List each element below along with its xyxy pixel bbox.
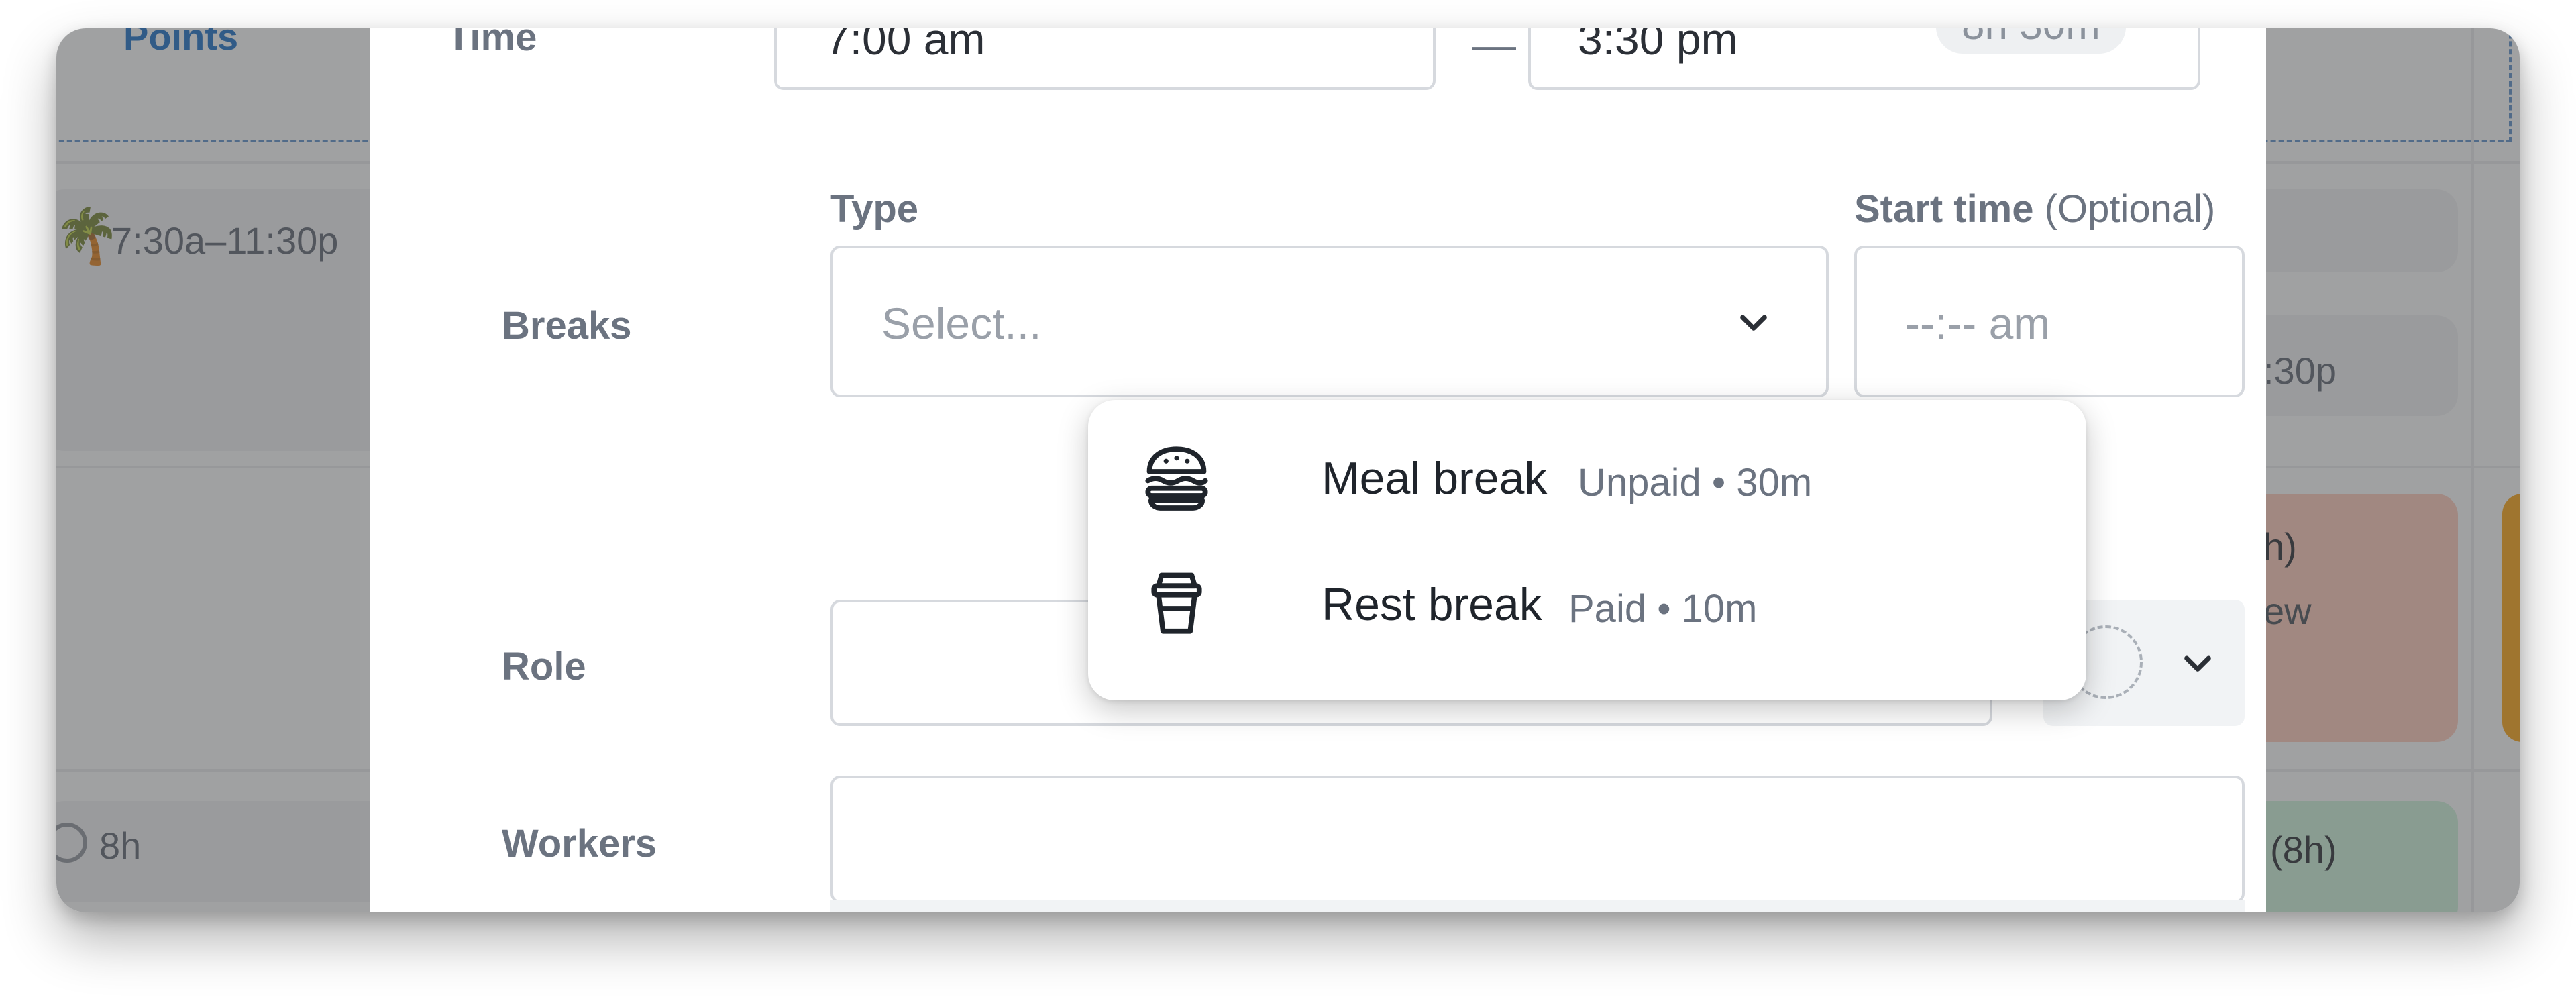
break-start-placeholder: --:-- am <box>1905 299 2051 348</box>
rest-break-meta: Paid • 10m <box>1568 587 1758 631</box>
break-start-label: Start time (Optional) <box>1854 187 2215 231</box>
menu-item-rest-break[interactable]: Rest break Paid • 10m <box>1088 546 2086 660</box>
break-type-label: Type <box>830 187 919 231</box>
duration-badge: 8h 30m <box>1936 28 2126 54</box>
chevron-down-icon <box>1735 303 1772 341</box>
end-time-value: 3:30 pm <box>1578 28 1738 64</box>
meal-break-meta: Unpaid • 30m <box>1578 461 1813 505</box>
break-start-label-text: Start time <box>1854 187 2034 231</box>
app-window: Points 🌴 7:30a–11:30p 8h :30p h) ew (8h)… <box>56 28 2520 912</box>
time-label: Time <box>447 28 537 59</box>
optional-hint: (Optional) <box>2044 187 2216 231</box>
start-time-value: 7:00 am <box>825 28 985 64</box>
break-type-select[interactable]: Select... <box>830 246 1829 397</box>
rest-break-title: Rest break <box>1322 579 1542 630</box>
shift-modal: Time 7:00 am — 3:30 pm 8h 30m Type Start… <box>370 28 2266 912</box>
burger-icon <box>1140 441 1213 514</box>
workers-field-shadow <box>830 900 2245 912</box>
break-type-placeholder: Select... <box>881 299 1042 348</box>
end-time-input[interactable]: 3:30 pm 8h 30m <box>1528 28 2200 90</box>
start-time-input[interactable]: 7:00 am <box>774 28 1436 90</box>
break-start-time-input[interactable]: --:-- am <box>1854 246 2245 397</box>
chevron-down-icon <box>2179 644 2216 682</box>
break-type-menu: Meal break Unpaid • 30m Rest break Paid … <box>1088 400 2086 700</box>
menu-item-meal-break[interactable]: Meal break Unpaid • 30m <box>1088 420 2086 534</box>
meal-break-title: Meal break <box>1322 453 1548 504</box>
workers-label: Workers <box>502 822 657 865</box>
time-separator: — <box>1472 28 1516 69</box>
breaks-label: Breaks <box>502 304 632 348</box>
workers-input[interactable] <box>830 776 2245 903</box>
coffee-cup-icon <box>1140 566 1213 639</box>
role-label: Role <box>502 645 586 688</box>
